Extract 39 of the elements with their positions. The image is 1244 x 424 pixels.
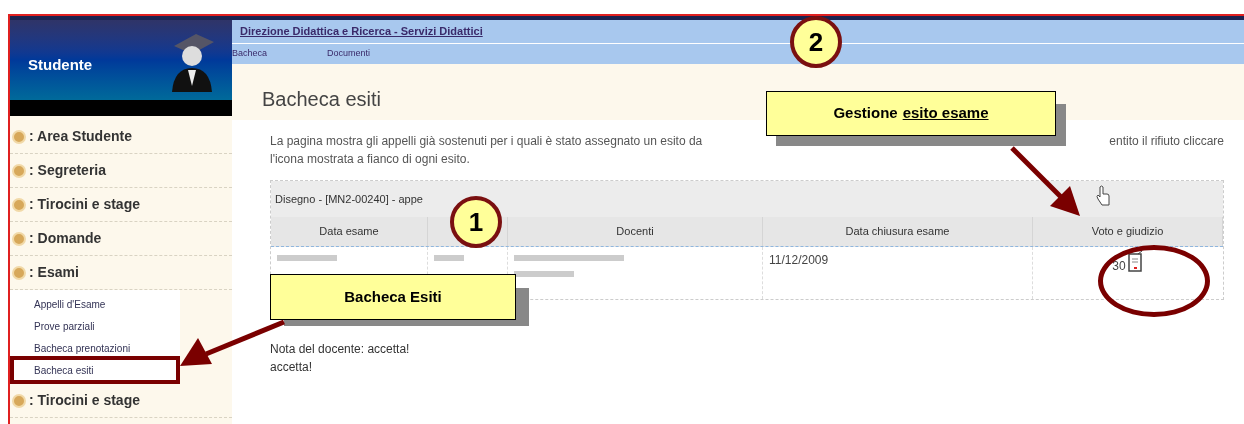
nav-link[interactable]: Documenti: [327, 47, 371, 61]
sidebar-subitem[interactable]: Bacheca prenotazioni: [24, 337, 180, 359]
sidebar-subitem[interactable]: Prove parziali: [24, 315, 180, 337]
teacher-note: Nota del docente: accetta!: [270, 341, 411, 358]
sidebar-item[interactable]: : Domande: [10, 222, 232, 256]
callout-label: Gestione esito esame: [766, 91, 1056, 136]
blurred-text: [514, 271, 574, 277]
bullet-icon: [12, 129, 26, 144]
description-text: La pagina mostra gli appelli già sostenuti per i quali è stato assegnato un esito da: [270, 133, 703, 150]
sidebar-item[interactable]: : Area Studente: [10, 120, 232, 154]
blurred-text: [277, 255, 337, 261]
callout-label: Bacheca Esiti: [270, 274, 516, 320]
table-cell: 11/12/2009: [769, 253, 829, 267]
sidebar-subitem[interactable]: Appelli d'Esame: [24, 293, 180, 315]
document-icon[interactable]: [1127, 251, 1144, 273]
bullet-icon: [12, 163, 26, 178]
sidebar-subitem[interactable]: Bacheca esiti: [24, 359, 180, 381]
site-link[interactable]: Direzione Didattica e Ricerca - Servizi Didattici: [240, 23, 483, 40]
table-caption: Disegno - [MN2-00240] - appe: [275, 191, 423, 207]
page-title: Bacheca esiti: [262, 87, 381, 112]
bullet-icon: [12, 197, 26, 212]
column-header: Voto e giudizio: [1033, 217, 1223, 246]
sidebar-title: Studente: [28, 54, 93, 75]
sidebar-item[interactable]: : Tirocini e stage: [10, 384, 232, 418]
bullet-icon: [12, 393, 26, 408]
bullet-icon: [12, 265, 26, 280]
bullet-icon: [12, 231, 26, 246]
column-header: Docenti: [508, 217, 763, 246]
hand-cursor-icon: [1095, 185, 1111, 207]
nav-link[interactable]: Bacheca: [232, 47, 268, 61]
description-text: entito il rifiuto cliccare: [1109, 133, 1224, 150]
description-text: l'icona mostrata a fianco di ogni esito.: [270, 151, 471, 168]
blurred-text: [434, 255, 464, 261]
sidebar-item[interactable]: : Tirocini e stage: [10, 188, 232, 222]
grade-value: 30: [1112, 258, 1126, 275]
sidebar-item[interactable]: : Segreteria: [10, 154, 232, 188]
column-header: Data esame: [271, 217, 428, 246]
note-text: accetta!: [270, 359, 314, 376]
column-header: Data chiusura esame: [763, 217, 1033, 246]
